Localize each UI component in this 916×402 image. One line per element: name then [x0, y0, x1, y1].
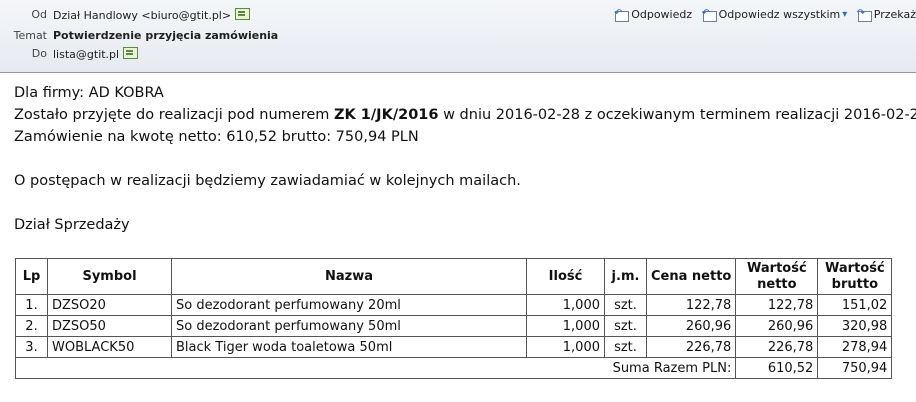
company-line: Dla firmy: AD KOBRA: [14, 85, 164, 101]
cell-netto: 260,96: [735, 315, 819, 337]
col-ilosc: Ilość: [526, 258, 605, 295]
progress-line: O postępach w realizacji będziemy zawiad…: [14, 173, 521, 189]
cell-nazwa: Black Tiger woda toaletowa 50ml: [171, 336, 527, 358]
col-lp: Lp: [15, 258, 48, 295]
reply-all-icon: ↶: [702, 8, 717, 22]
reply-button[interactable]: ↶ Odpowiedz: [614, 8, 693, 22]
cell-brutto: 278,94: [817, 336, 893, 358]
cell-ilosc: 1,000: [526, 336, 605, 358]
total-brutto: 750,94: [817, 357, 893, 379]
cell-symbol: DZSO20: [47, 294, 172, 316]
table-row: 2. DZSO50 So dezodorant perfumowany 50ml…: [15, 315, 893, 337]
col-jm: j.m.: [604, 258, 647, 295]
table-total-row: Suma Razem PLN: 610,52 750,94: [14, 357, 893, 379]
contact-card-icon[interactable]: [235, 8, 251, 20]
col-wartosc-brutto: Wartość brutto: [817, 258, 893, 295]
order-line: Zostało przyjęte do realizacji pod numer…: [14, 104, 916, 126]
table-row: 1. DZSO20 So dezodorant perfumowany 20ml…: [15, 294, 893, 316]
to-value[interactable]: lista@gtit.pl: [53, 47, 139, 61]
col-cena: Cena netto: [645, 258, 737, 295]
cell-brutto: 320,98: [817, 315, 893, 337]
message-actions: ↶ Odpowiedz ↶ Odpowiedz wszystkim ▾ ↷ Pr…: [608, 8, 916, 24]
cell-ilosc: 1,000: [526, 315, 605, 337]
cell-cena: 260,96: [645, 315, 737, 337]
subject-value: Potwierdzenie przyjęcia zamówienia: [53, 29, 279, 42]
cell-symbol: DZSO50: [47, 315, 172, 337]
cell-nazwa: So dezodorant perfumowany 50ml: [171, 315, 527, 337]
forward-button[interactable]: ↷ Przekaż: [857, 8, 916, 22]
reply-all-button[interactable]: ↶ Odpowiedz wszystkim ▾: [702, 8, 847, 22]
col-nazwa: Nazwa: [171, 258, 527, 295]
order-number: ZK 1/JK/2016: [334, 107, 439, 123]
cell-cena: 122,78: [645, 294, 737, 316]
col-symbol: Symbol: [47, 258, 172, 295]
cell-symbol: WOBLACK50: [47, 336, 172, 358]
cell-netto: 122,78: [735, 294, 819, 316]
signature: Dział Sprzedaży: [14, 217, 130, 233]
message-header: Od Dział Handlowy <biuro@gtit.pl> Temat …: [0, 0, 916, 73]
total-label: Suma Razem PLN:: [14, 357, 737, 379]
cell-jm: szt.: [604, 294, 647, 316]
from-value[interactable]: Dział Handlowy <biuro@gtit.pl>: [53, 8, 251, 22]
reply-all-label: Odpowiedz wszystkim: [718, 8, 841, 21]
from-label: Od: [31, 8, 47, 21]
cell-nazwa: So dezodorant perfumowany 20ml: [171, 294, 527, 316]
amount-line: Zamówienie na kwotę netto: 610,52 brutto…: [14, 129, 419, 145]
to-address[interactable]: lista@gtit.pl: [53, 48, 119, 61]
cell-cena: 226,78: [645, 336, 737, 358]
cell-jm: szt.: [604, 336, 647, 358]
cell-ilosc: 1,000: [526, 294, 605, 316]
total-netto: 610,52: [735, 357, 819, 379]
table-row: 3. WOBLACK50 Black Tiger woda toaletowa …: [15, 336, 893, 358]
cell-lp: 1.: [15, 294, 48, 316]
order-table: Lp Symbol Nazwa Ilość j.m. Cena netto Wa…: [14, 258, 893, 379]
cell-lp: 2.: [15, 315, 48, 337]
cell-brutto: 151,02: [817, 294, 893, 316]
order-line-prefix: Zostało przyjęte do realizacji pod numer…: [14, 107, 334, 123]
message-body: Dla firmy: AD KOBRA Zostało przyjęte do …: [14, 82, 916, 236]
reply-label: Odpowiedz: [631, 8, 693, 21]
forward-label: Przekaż: [873, 8, 916, 21]
subject-label: Temat: [13, 29, 47, 42]
chevron-down-icon[interactable]: ▾: [842, 9, 847, 20]
forward-icon: ↷: [857, 8, 872, 22]
table-header-row: Lp Symbol Nazwa Ilość j.m. Cena netto Wa…: [15, 258, 893, 295]
cell-lp: 3.: [15, 336, 48, 358]
cell-netto: 226,78: [735, 336, 819, 358]
to-label: Do: [31, 47, 47, 60]
contact-card-icon[interactable]: [123, 47, 139, 59]
order-line-suffix: w dniu 2016-02-28 z oczekiwanym terminem…: [438, 107, 916, 123]
col-wartosc-netto: Wartość netto: [735, 258, 819, 295]
cell-jm: szt.: [604, 315, 647, 337]
reply-icon: ↶: [614, 8, 630, 22]
from-address[interactable]: Dział Handlowy <biuro@gtit.pl>: [53, 9, 231, 22]
